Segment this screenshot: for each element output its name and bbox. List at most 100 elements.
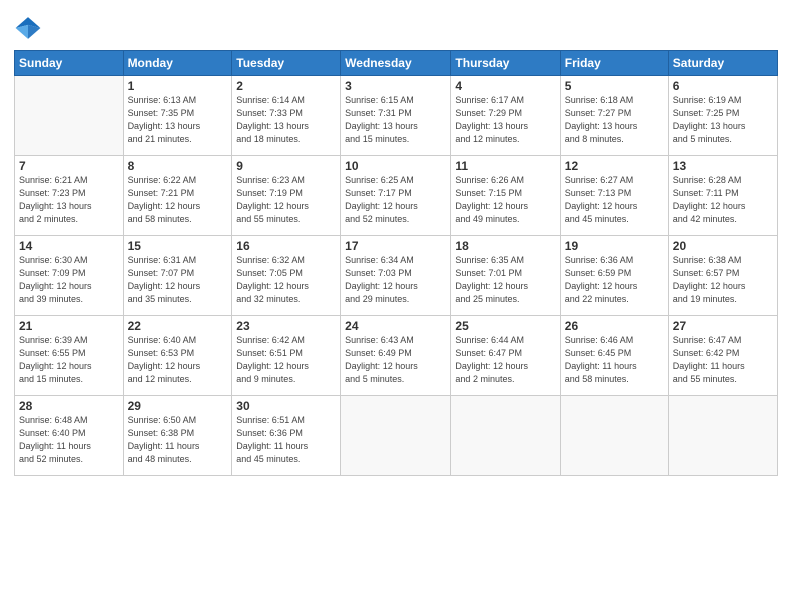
calendar-cell: 13Sunrise: 6:28 AM Sunset: 7:11 PM Dayli… [668, 156, 777, 236]
day-number: 3 [345, 79, 446, 93]
calendar-cell: 14Sunrise: 6:30 AM Sunset: 7:09 PM Dayli… [15, 236, 124, 316]
day-number: 27 [673, 319, 773, 333]
day-number: 5 [565, 79, 664, 93]
day-info: Sunrise: 6:39 AM Sunset: 6:55 PM Dayligh… [19, 334, 119, 386]
calendar-cell: 29Sunrise: 6:50 AM Sunset: 6:38 PM Dayli… [123, 396, 232, 476]
day-number: 13 [673, 159, 773, 173]
day-number: 18 [455, 239, 555, 253]
calendar-week-row: 1Sunrise: 6:13 AM Sunset: 7:35 PM Daylig… [15, 76, 778, 156]
day-number: 1 [128, 79, 228, 93]
calendar-cell: 8Sunrise: 6:22 AM Sunset: 7:21 PM Daylig… [123, 156, 232, 236]
day-number: 25 [455, 319, 555, 333]
calendar-cell: 26Sunrise: 6:46 AM Sunset: 6:45 PM Dayli… [560, 316, 668, 396]
calendar-week-row: 14Sunrise: 6:30 AM Sunset: 7:09 PM Dayli… [15, 236, 778, 316]
calendar-table: SundayMondayTuesdayWednesdayThursdayFrid… [14, 50, 778, 476]
logo [14, 14, 46, 42]
calendar-cell: 10Sunrise: 6:25 AM Sunset: 7:17 PM Dayli… [341, 156, 451, 236]
day-info: Sunrise: 6:14 AM Sunset: 7:33 PM Dayligh… [236, 94, 336, 146]
day-number: 21 [19, 319, 119, 333]
day-info: Sunrise: 6:13 AM Sunset: 7:35 PM Dayligh… [128, 94, 228, 146]
day-info: Sunrise: 6:17 AM Sunset: 7:29 PM Dayligh… [455, 94, 555, 146]
day-number: 9 [236, 159, 336, 173]
day-info: Sunrise: 6:42 AM Sunset: 6:51 PM Dayligh… [236, 334, 336, 386]
page-container: SundayMondayTuesdayWednesdayThursdayFrid… [0, 0, 792, 612]
calendar-cell: 20Sunrise: 6:38 AM Sunset: 6:57 PM Dayli… [668, 236, 777, 316]
calendar-cell: 12Sunrise: 6:27 AM Sunset: 7:13 PM Dayli… [560, 156, 668, 236]
day-info: Sunrise: 6:19 AM Sunset: 7:25 PM Dayligh… [673, 94, 773, 146]
day-info: Sunrise: 6:32 AM Sunset: 7:05 PM Dayligh… [236, 254, 336, 306]
calendar-day-header: Tuesday [232, 51, 341, 76]
calendar-cell: 28Sunrise: 6:48 AM Sunset: 6:40 PM Dayli… [15, 396, 124, 476]
day-info: Sunrise: 6:36 AM Sunset: 6:59 PM Dayligh… [565, 254, 664, 306]
day-info: Sunrise: 6:22 AM Sunset: 7:21 PM Dayligh… [128, 174, 228, 226]
day-number: 24 [345, 319, 446, 333]
day-info: Sunrise: 6:26 AM Sunset: 7:15 PM Dayligh… [455, 174, 555, 226]
calendar-cell: 7Sunrise: 6:21 AM Sunset: 7:23 PM Daylig… [15, 156, 124, 236]
calendar-cell: 9Sunrise: 6:23 AM Sunset: 7:19 PM Daylig… [232, 156, 341, 236]
calendar-cell [341, 396, 451, 476]
calendar-day-header: Saturday [668, 51, 777, 76]
day-info: Sunrise: 6:21 AM Sunset: 7:23 PM Dayligh… [19, 174, 119, 226]
calendar-cell: 24Sunrise: 6:43 AM Sunset: 6:49 PM Dayli… [341, 316, 451, 396]
calendar-cell: 5Sunrise: 6:18 AM Sunset: 7:27 PM Daylig… [560, 76, 668, 156]
day-number: 2 [236, 79, 336, 93]
day-info: Sunrise: 6:31 AM Sunset: 7:07 PM Dayligh… [128, 254, 228, 306]
day-number: 6 [673, 79, 773, 93]
day-number: 14 [19, 239, 119, 253]
day-number: 28 [19, 399, 119, 413]
calendar-cell [15, 76, 124, 156]
day-number: 12 [565, 159, 664, 173]
calendar-cell [451, 396, 560, 476]
calendar-day-header: Thursday [451, 51, 560, 76]
calendar-cell: 27Sunrise: 6:47 AM Sunset: 6:42 PM Dayli… [668, 316, 777, 396]
day-info: Sunrise: 6:47 AM Sunset: 6:42 PM Dayligh… [673, 334, 773, 386]
calendar-cell: 15Sunrise: 6:31 AM Sunset: 7:07 PM Dayli… [123, 236, 232, 316]
calendar-cell: 19Sunrise: 6:36 AM Sunset: 6:59 PM Dayli… [560, 236, 668, 316]
calendar-week-row: 21Sunrise: 6:39 AM Sunset: 6:55 PM Dayli… [15, 316, 778, 396]
calendar-cell [560, 396, 668, 476]
day-number: 16 [236, 239, 336, 253]
day-info: Sunrise: 6:34 AM Sunset: 7:03 PM Dayligh… [345, 254, 446, 306]
day-number: 26 [565, 319, 664, 333]
calendar-day-header: Sunday [15, 51, 124, 76]
header [14, 10, 778, 42]
day-info: Sunrise: 6:44 AM Sunset: 6:47 PM Dayligh… [455, 334, 555, 386]
day-number: 10 [345, 159, 446, 173]
calendar-day-header: Monday [123, 51, 232, 76]
day-info: Sunrise: 6:15 AM Sunset: 7:31 PM Dayligh… [345, 94, 446, 146]
calendar-cell: 16Sunrise: 6:32 AM Sunset: 7:05 PM Dayli… [232, 236, 341, 316]
day-number: 29 [128, 399, 228, 413]
day-number: 30 [236, 399, 336, 413]
day-info: Sunrise: 6:35 AM Sunset: 7:01 PM Dayligh… [455, 254, 555, 306]
calendar-cell: 30Sunrise: 6:51 AM Sunset: 6:36 PM Dayli… [232, 396, 341, 476]
day-info: Sunrise: 6:23 AM Sunset: 7:19 PM Dayligh… [236, 174, 336, 226]
calendar-day-header: Wednesday [341, 51, 451, 76]
day-info: Sunrise: 6:46 AM Sunset: 6:45 PM Dayligh… [565, 334, 664, 386]
day-info: Sunrise: 6:25 AM Sunset: 7:17 PM Dayligh… [345, 174, 446, 226]
day-info: Sunrise: 6:30 AM Sunset: 7:09 PM Dayligh… [19, 254, 119, 306]
day-info: Sunrise: 6:51 AM Sunset: 6:36 PM Dayligh… [236, 414, 336, 466]
day-number: 19 [565, 239, 664, 253]
calendar-cell: 11Sunrise: 6:26 AM Sunset: 7:15 PM Dayli… [451, 156, 560, 236]
day-number: 8 [128, 159, 228, 173]
calendar-cell: 4Sunrise: 6:17 AM Sunset: 7:29 PM Daylig… [451, 76, 560, 156]
day-number: 11 [455, 159, 555, 173]
calendar-week-row: 28Sunrise: 6:48 AM Sunset: 6:40 PM Dayli… [15, 396, 778, 476]
calendar-cell: 18Sunrise: 6:35 AM Sunset: 7:01 PM Dayli… [451, 236, 560, 316]
calendar-cell: 1Sunrise: 6:13 AM Sunset: 7:35 PM Daylig… [123, 76, 232, 156]
calendar-cell: 2Sunrise: 6:14 AM Sunset: 7:33 PM Daylig… [232, 76, 341, 156]
day-number: 17 [345, 239, 446, 253]
day-number: 22 [128, 319, 228, 333]
day-number: 20 [673, 239, 773, 253]
day-info: Sunrise: 6:18 AM Sunset: 7:27 PM Dayligh… [565, 94, 664, 146]
day-number: 4 [455, 79, 555, 93]
calendar-day-header: Friday [560, 51, 668, 76]
calendar-cell: 21Sunrise: 6:39 AM Sunset: 6:55 PM Dayli… [15, 316, 124, 396]
calendar-cell: 6Sunrise: 6:19 AM Sunset: 7:25 PM Daylig… [668, 76, 777, 156]
day-number: 23 [236, 319, 336, 333]
calendar-cell: 3Sunrise: 6:15 AM Sunset: 7:31 PM Daylig… [341, 76, 451, 156]
day-number: 15 [128, 239, 228, 253]
calendar-header-row: SundayMondayTuesdayWednesdayThursdayFrid… [15, 51, 778, 76]
day-info: Sunrise: 6:40 AM Sunset: 6:53 PM Dayligh… [128, 334, 228, 386]
logo-icon [14, 14, 42, 42]
